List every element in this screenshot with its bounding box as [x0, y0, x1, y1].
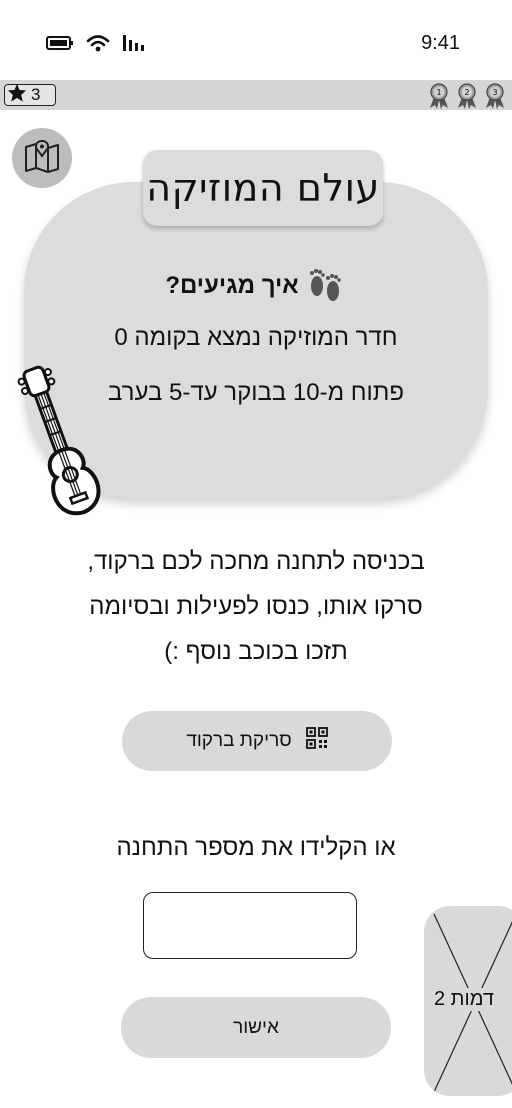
medal-number-3: 3	[492, 88, 497, 97]
how-to-get-row: איך מגיעים?	[0, 262, 512, 309]
qr-code-icon	[305, 727, 328, 755]
medals: 1 2 3	[428, 83, 506, 114]
scan-barcode-label: סריקת ברקוד	[186, 730, 292, 751]
instruction-line-3: תזכו בכוכב נוסף :)	[164, 638, 348, 665]
station-title-tab: עולם המוזיקה	[143, 150, 383, 226]
character-placeholder[interactable]: דמות 2	[424, 906, 512, 1096]
status-icons	[46, 34, 146, 57]
status-bar: 9:41	[0, 0, 512, 80]
medal-icon[interactable]: 1	[428, 83, 450, 114]
how-to-get-heading: איך מגיעים?	[165, 271, 299, 299]
progress-strip: 3 1 2 3	[0, 80, 512, 110]
star-icon	[7, 83, 27, 107]
scan-barcode-button[interactable]: סריקת ברקוד	[122, 711, 392, 771]
character-label: דמות 2	[432, 988, 496, 1011]
medal-number-1: 1	[436, 88, 441, 97]
medal-icon[interactable]: 2	[456, 83, 478, 114]
station-title: עולם המוזיקה	[146, 166, 380, 210]
star-count-badge[interactable]: 3	[4, 83, 56, 107]
medal-number-2: 2	[464, 88, 469, 97]
confirm-button[interactable]: אישור	[121, 997, 391, 1058]
confirm-label: אישור	[233, 1016, 279, 1038]
star-count: 3	[31, 85, 41, 104]
map-button[interactable]	[12, 128, 72, 188]
wifi-icon	[86, 34, 110, 57]
battery-icon	[46, 35, 74, 56]
instruction-line-1: בכניסה לתחנה מחכה לכם ברקוד,	[87, 548, 425, 575]
station-number-input[interactable]	[143, 892, 357, 959]
manual-entry-label: או הקלידו את מספר התחנה	[116, 834, 396, 861]
instruction-line-2: סרקו אותו, כנסו לפעילות ובסיומה	[89, 593, 423, 620]
map-icon	[24, 139, 60, 178]
footprints-icon	[305, 262, 347, 309]
medal-icon[interactable]: 3	[484, 83, 506, 114]
signal-icon	[122, 34, 146, 57]
station-location: חדר המוזיקה נמצא בקומה 0	[114, 324, 398, 351]
guitar-icon	[16, 364, 106, 533]
clock: 9:41	[421, 32, 460, 54]
